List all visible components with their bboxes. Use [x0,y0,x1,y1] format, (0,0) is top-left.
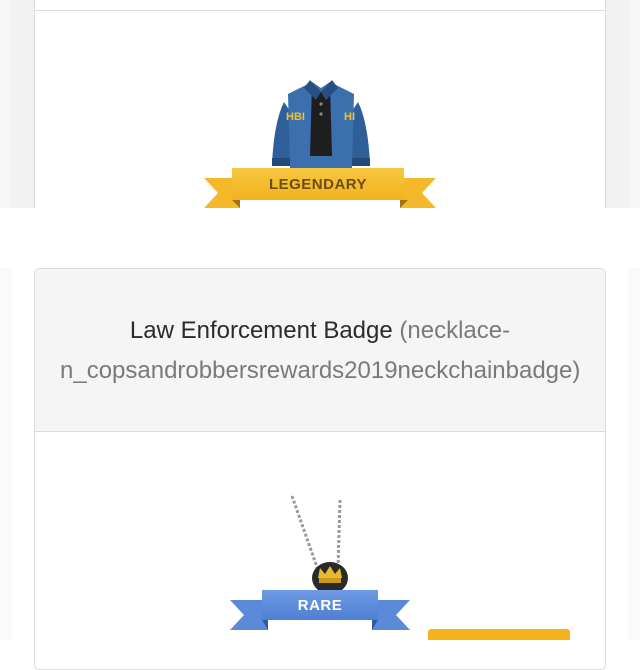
panel-edge-right [628,268,640,640]
card-divider [35,10,605,11]
rarity-ribbon-rare: RARE [228,584,412,632]
top-item-panel: HBI HI LEGENDARY [0,0,640,208]
action-button-edge[interactable] [428,629,570,640]
item-name: Law Enforcement Badge [129,317,393,344]
rarity-ribbon-legendary: LEGENDARY [200,166,440,208]
panel-edge-right [630,0,640,208]
screenshot-gap [0,208,640,268]
panel-edge-left [0,0,10,208]
svg-text:HBI: HBI [286,111,305,123]
rarity-label: RARE [262,590,378,620]
rarity-label: LEGENDARY [232,168,404,200]
svg-text:HI: HI [344,111,355,123]
fbi-jacket-icon: HBI HI [272,80,370,168]
item-title: Law Enforcement Badge (necklace-n_copsan… [60,311,580,391]
panel-edge-left [0,268,12,640]
item-card-header: Law Enforcement Badge (necklace-n_copsan… [35,269,605,432]
